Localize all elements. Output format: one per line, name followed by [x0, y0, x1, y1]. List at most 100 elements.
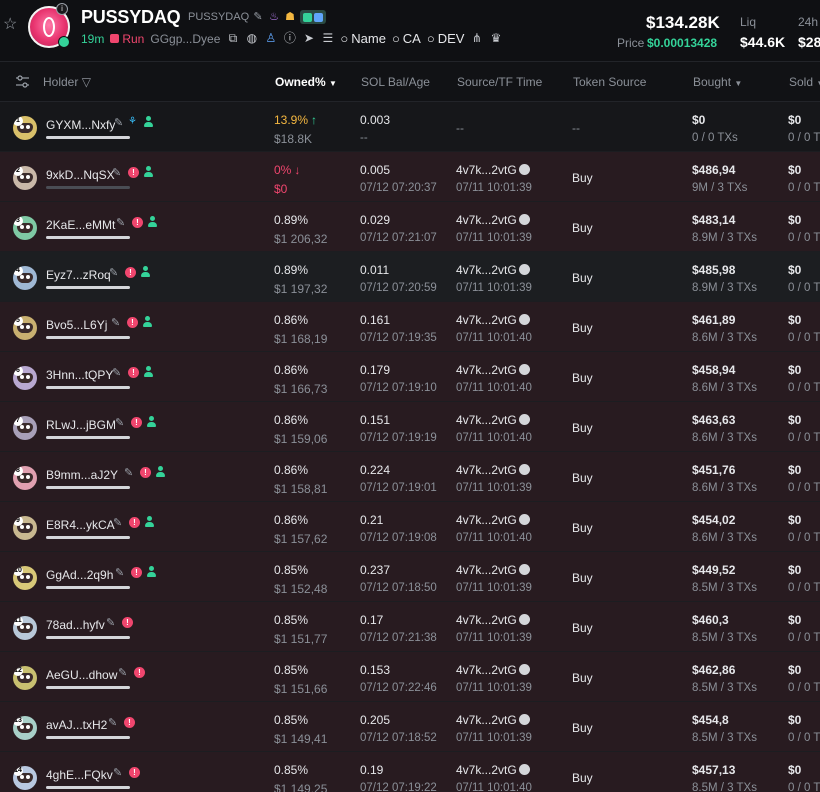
col-sol-bal-age[interactable]: SOL Bal/Age	[361, 75, 430, 89]
holder-address[interactable]: avAJ...txH2	[46, 718, 107, 732]
edit-icon[interactable]: ✎	[108, 717, 120, 729]
crown-icon[interactable]: ♛	[489, 32, 502, 45]
funding-source[interactable]: 4v7k...2vtG	[456, 463, 517, 477]
funding-source[interactable]: 4v7k...2vtG	[456, 663, 517, 677]
telegram-icon[interactable]: ➤	[302, 32, 315, 45]
col-owned[interactable]: Owned% ▼	[275, 75, 337, 89]
table-row[interactable]: 14 4ghE...FQkv ✎! 0.85% $1 149,25 0.19 07/12 0…	[0, 752, 820, 792]
star-icon[interactable]: ☆	[3, 17, 19, 33]
copy-icon[interactable]: ⧉	[226, 32, 239, 45]
filter-icon[interactable]: ▽	[82, 75, 91, 89]
source-cell[interactable]: 4v7k...2vtG 07/11 10:01:39	[456, 263, 532, 294]
sliders-icon[interactable]	[15, 75, 30, 88]
source-cell[interactable]: 4v7k...2vtG 07/11 10:01:40	[456, 513, 532, 544]
share-icon[interactable]: ⋔	[470, 32, 483, 45]
avatar[interactable]: 6	[13, 366, 37, 390]
funding-source[interactable]: 4v7k...2vtG	[456, 563, 517, 577]
token-address[interactable]: GGgp...Dyee	[150, 32, 220, 46]
edit-icon[interactable]: ✎	[118, 667, 130, 679]
source-cell[interactable]: 4v7k...2vtG 07/11 10:01:39	[456, 663, 532, 694]
alert-icon[interactable]: ⓘ	[283, 32, 296, 45]
globe-icon[interactable]: ◍	[245, 32, 258, 45]
holder-address[interactable]: 78ad...hyfv	[46, 618, 105, 632]
col-holder[interactable]: Holder ▽	[43, 75, 91, 89]
table-row[interactable]: 3 2KaE...eMMt ✎! 0.89% $1 206,32 0.029 07/12 0…	[0, 202, 820, 252]
info-icon[interactable]: i	[56, 3, 68, 15]
source-cell[interactable]: 4v7k...2vtG 07/11 10:01:40	[456, 763, 532, 792]
funding-source[interactable]: 4v7k...2vtG	[456, 613, 517, 627]
avatar[interactable]: 7	[13, 416, 37, 440]
funding-source[interactable]: 4v7k...2vtG	[456, 763, 517, 777]
holder-address[interactable]: 3Hnn...tQPY	[46, 368, 113, 382]
funding-source[interactable]: 4v7k...2vtG	[456, 713, 517, 727]
edit-icon[interactable]: ✎	[112, 167, 124, 179]
holder-address[interactable]: Eyz7...zRoq	[46, 268, 111, 282]
col-bought[interactable]: Bought ▼	[693, 75, 742, 89]
avatar[interactable]: 4	[13, 266, 37, 290]
table-row[interactable]: 13 avAJ...txH2 ✎! 0.85% $1 149,41 0.205 07/12 …	[0, 702, 820, 752]
avatar[interactable]: 5	[13, 316, 37, 340]
edit-icon[interactable]: ✎	[106, 617, 118, 629]
search-dev-link[interactable]: ○ DEV	[427, 31, 465, 46]
funding-source[interactable]: 4v7k...2vtG	[456, 413, 517, 427]
source-cell[interactable]: 4v7k...2vtG 07/11 10:01:39	[456, 213, 532, 244]
source-cell[interactable]: 4v7k...2vtG 07/11 10:01:40	[456, 363, 532, 394]
table-row[interactable]: 7 RLwJ...jBGM ✎! 0.86% $1 159,06 0.151 07/12 0…	[0, 402, 820, 452]
table-row[interactable]: 10 GgAd...2q9h ✎! 0.85% $1 152,48 0.237 07/12 …	[0, 552, 820, 602]
social-chip[interactable]	[300, 10, 326, 24]
source-cell[interactable]: 4v7k...2vtG 07/11 10:01:39	[456, 613, 532, 644]
funding-source[interactable]: 4v7k...2vtG	[456, 363, 517, 377]
source-cell[interactable]: 4v7k...2vtG 07/11 10:01:39	[456, 563, 532, 594]
col-sold[interactable]: Sold ▼	[789, 75, 820, 89]
funding-source[interactable]: 4v7k...2vtG	[456, 263, 517, 277]
holder-address[interactable]: 4ghE...FQkv	[46, 768, 113, 782]
funding-source[interactable]: 4v7k...2vtG	[456, 313, 517, 327]
funding-source[interactable]: 4v7k...2vtG	[456, 513, 517, 527]
holder-address[interactable]: E8R4...ykCA	[46, 518, 115, 532]
table-row[interactable]: 2 9xkD...NqSX ✎! 0% ↓ $0 0.005 07/12 07:20:37 4v…	[0, 152, 820, 202]
col-source-tf-time[interactable]: Source/TF Time	[457, 75, 542, 89]
edit-icon[interactable]: ✎	[109, 267, 121, 279]
table-row[interactable]: 5 Bvo5...L6Yj ✎! 0.86% $1 168,19 0.161 07/12 0…	[0, 302, 820, 352]
edit-icon[interactable]: ✎	[111, 317, 123, 329]
holder-address[interactable]: AeGU...dhow	[46, 668, 117, 682]
table-row[interactable]: 1 GYXM...Nxfy ✎ ⚘ 13.9% ↑ $18.8K 0.003 -- -- -- $0 0…	[0, 102, 820, 152]
source-cell[interactable]: 4v7k...2vtG 07/11 10:01:40	[456, 413, 532, 444]
avatar[interactable]: 13	[13, 716, 37, 740]
holder-address[interactable]: B9mm...aJ2Y	[46, 468, 118, 482]
table-row[interactable]: 12 AeGU...dhow ✎! 0.85% $1 151,66 0.153 07/12 …	[0, 652, 820, 702]
edit-icon[interactable]: ✎	[115, 567, 127, 579]
avatar[interactable]: 9	[13, 516, 37, 540]
source-cell[interactable]: 4v7k...2vtG 07/11 10:01:39	[456, 163, 532, 194]
source-cell[interactable]: 4v7k...2vtG 07/11 10:01:39	[456, 463, 532, 494]
table-row[interactable]: 4 Eyz7...zRoq ✎! 0.89% $1 197,32 0.011 07/12 0…	[0, 252, 820, 302]
source-cell[interactable]: 4v7k...2vtG 07/11 10:01:40	[456, 313, 532, 344]
avatar[interactable]: 14	[13, 766, 37, 790]
user-icon[interactable]: ♙	[264, 32, 277, 45]
holder-address[interactable]: GYXM...Nxfy	[46, 118, 115, 132]
menu-icon[interactable]: ☰	[321, 32, 334, 45]
search-name-link[interactable]: ○ Name	[340, 31, 386, 46]
edit-icon[interactable]: ✎	[113, 517, 125, 529]
avatar[interactable]: 8	[13, 466, 37, 490]
avatar[interactable]: 2	[13, 166, 37, 190]
search-ca-link[interactable]: ○ CA	[392, 31, 421, 46]
holder-address[interactable]: GgAd...2q9h	[46, 568, 113, 582]
edit-icon[interactable]: ✎	[252, 11, 264, 23]
holder-address[interactable]: Bvo5...L6Yj	[46, 318, 107, 332]
holder-address[interactable]: 9xkD...NqSX	[46, 168, 115, 182]
source-cell[interactable]: 4v7k...2vtG 07/11 10:01:39	[456, 713, 532, 744]
edit-icon[interactable]: ✎	[116, 217, 128, 229]
avatar[interactable]: 3	[13, 216, 37, 240]
table-row[interactable]: 9 E8R4...ykCA ✎! 0.86% $1 157,62 0.21 07/12 07…	[0, 502, 820, 552]
table-row[interactable]: 6 3Hnn...tQPY ✎! 0.86% $1 166,73 0.179 07/12 0…	[0, 352, 820, 402]
avatar[interactable]: 11	[13, 616, 37, 640]
table-row[interactable]: 11 78ad...hyfv ✎! 0.85% $1 151,77 0.17 07/12 0…	[0, 602, 820, 652]
col-token-source[interactable]: Token Source	[573, 75, 646, 89]
edit-icon[interactable]: ✎	[113, 767, 125, 779]
holder-address[interactable]: RLwJ...jBGM	[46, 418, 116, 432]
edit-icon[interactable]: ✎	[114, 117, 126, 129]
funding-source[interactable]: 4v7k...2vtG	[456, 213, 517, 227]
funding-source[interactable]: 4v7k...2vtG	[456, 163, 517, 177]
holder-address[interactable]: 2KaE...eMMt	[46, 218, 115, 232]
